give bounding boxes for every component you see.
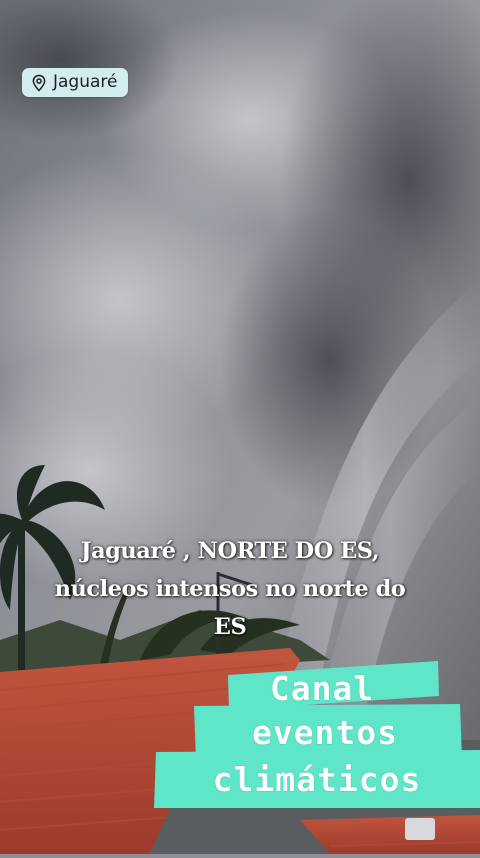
location-sticker: Jaguaré — [22, 68, 128, 97]
location-label: Jaguaré — [53, 72, 118, 92]
video-caption: Jaguaré , NORTE DO ES, núcleos intensos … — [10, 532, 450, 646]
banner-backdrop-3 — [154, 750, 480, 808]
caption-line-3: ES — [213, 614, 247, 640]
caption-line-2: núcleos intensos no norte do — [54, 576, 406, 602]
video-frame — [0, 0, 480, 854]
caption-line-1: Jaguaré , NORTE DO ES, — [80, 538, 380, 564]
storm-sky-photo — [0, 0, 480, 854]
map-pin-icon — [32, 74, 46, 92]
